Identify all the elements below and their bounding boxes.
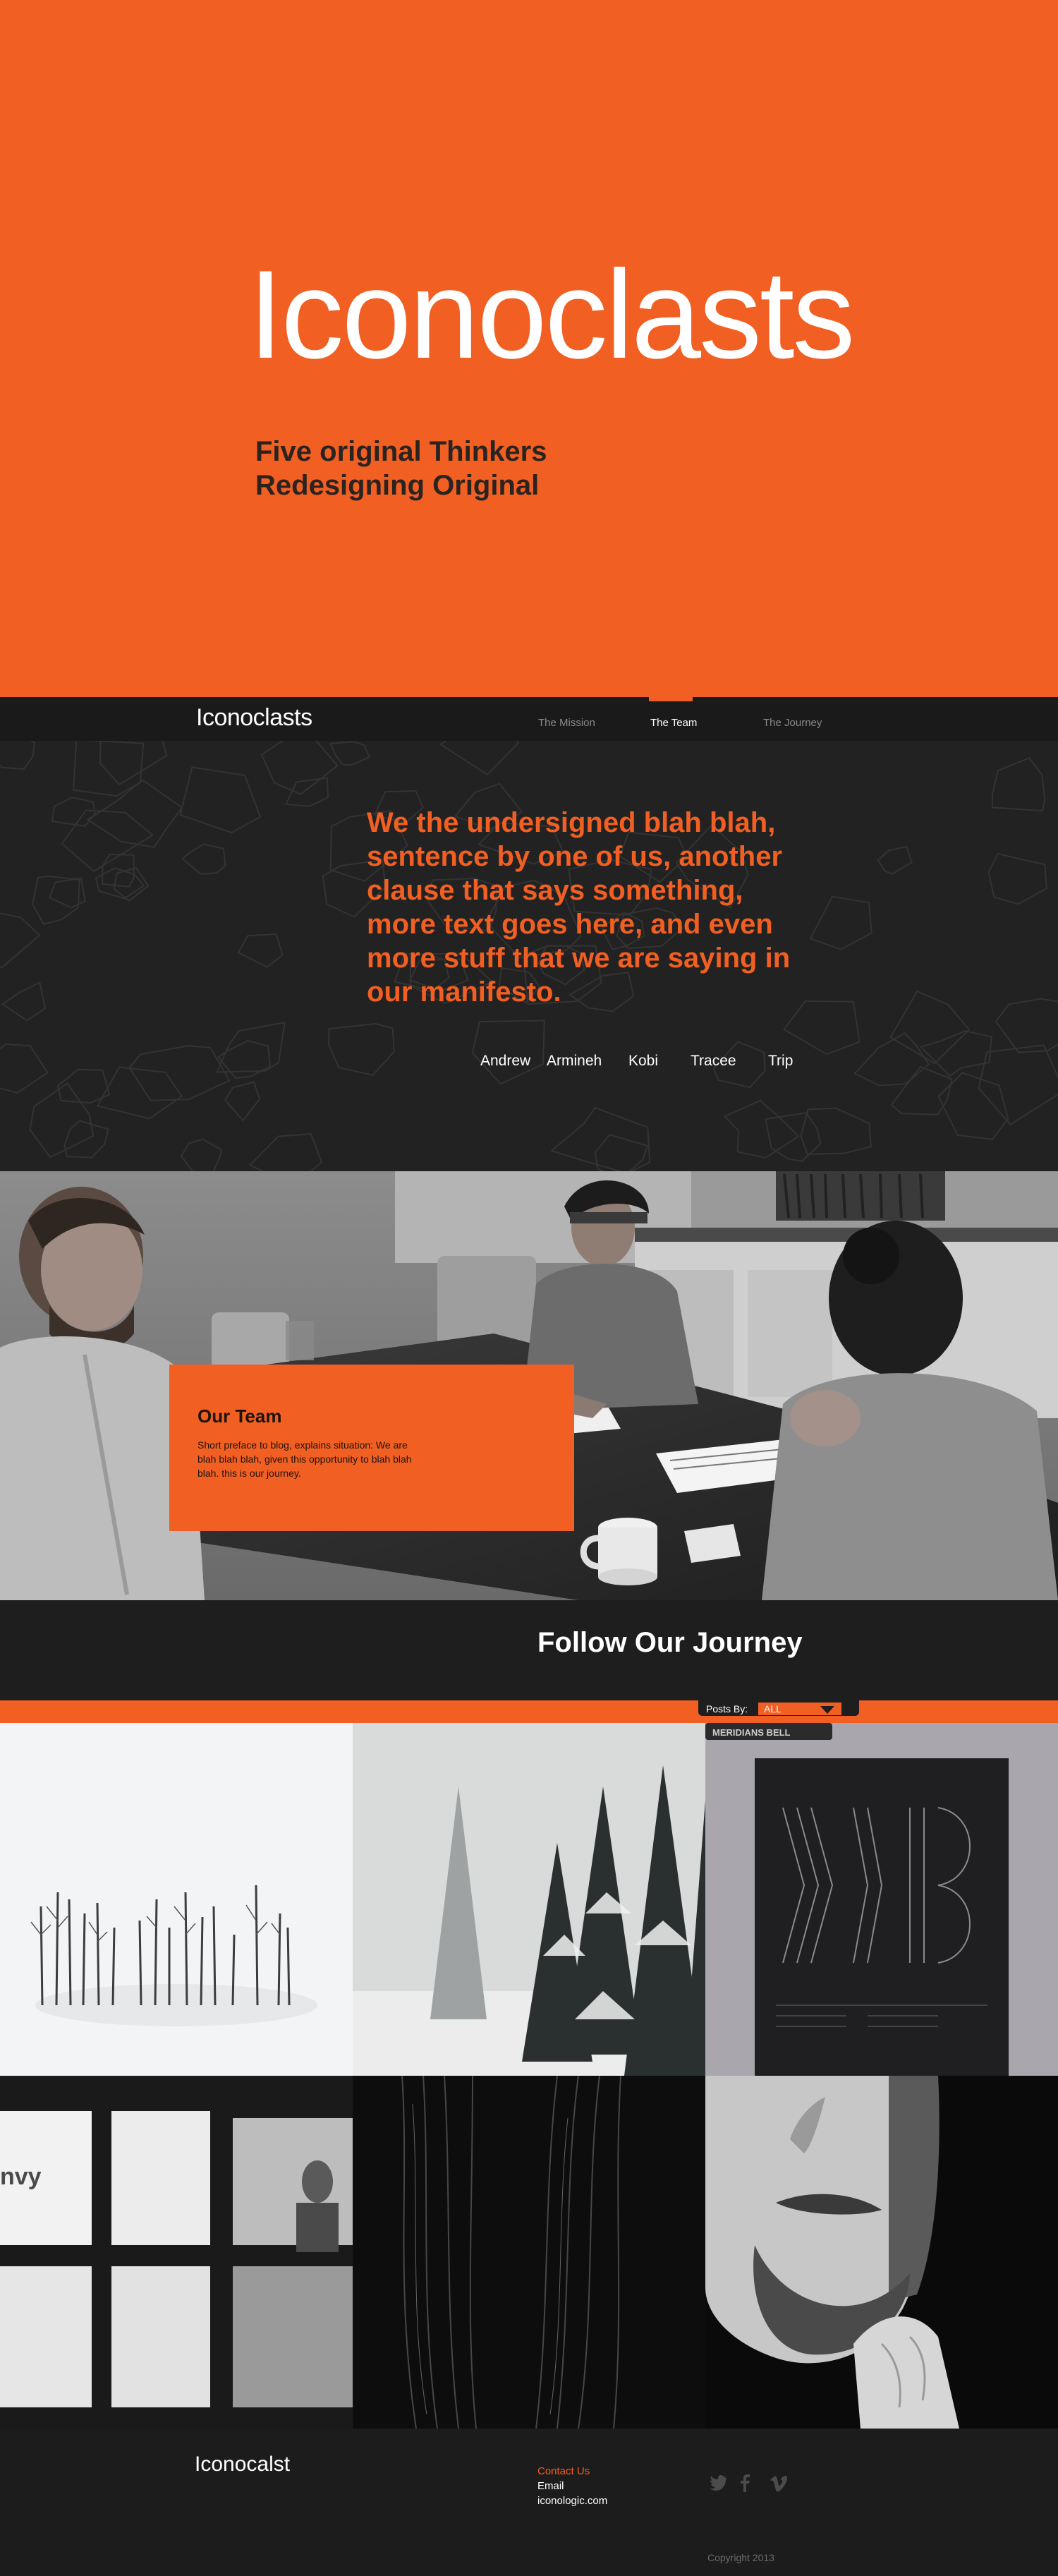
poster-tile[interactable]: MERIDIANS BELL xyxy=(705,1723,1058,2076)
team-member-andrew[interactable]: Andrew xyxy=(480,1053,530,1070)
hero-section: Iconoclasts Five original Thinkers Redes… xyxy=(0,0,1058,697)
dropdown-value: ALL xyxy=(764,1703,782,1715)
twitter-icon[interactable] xyxy=(708,2474,728,2492)
hero-subtitle-line1: Five original Thinkers xyxy=(255,436,547,467)
team-member-trip[interactable]: Trip xyxy=(768,1053,793,1070)
chevron-down-icon[interactable] xyxy=(820,1706,834,1714)
contact-us-link[interactable]: Contact Us xyxy=(537,2465,590,2477)
crystal-shape xyxy=(890,1065,953,1115)
footer-logo[interactable]: Iconocalst xyxy=(195,2453,290,2477)
foggy-forest-tile[interactable] xyxy=(353,1723,705,2076)
nav-item-mission[interactable]: The Mission xyxy=(538,717,595,729)
poster-image: MERIDIANS BELL xyxy=(705,1723,1058,2076)
crystal-shape xyxy=(550,1106,651,1171)
hair-image xyxy=(353,2076,705,2429)
facebook-icon[interactable] xyxy=(738,2474,752,2492)
crystal-shape xyxy=(782,1000,861,1056)
crystal-shape xyxy=(987,852,1047,905)
crystal-shape xyxy=(86,779,183,848)
crystal-shape xyxy=(1,981,47,1022)
team-card: Our Team Short preface to blog, explains… xyxy=(169,1365,574,1531)
snowy-trees-image xyxy=(0,1723,353,2076)
footer: Iconocalst Contact Us Email iconologic.c… xyxy=(0,2429,1058,2576)
site-link[interactable]: iconologic.com xyxy=(537,2495,607,2507)
foggy-forest-image xyxy=(353,1723,705,2076)
crystal-shape xyxy=(248,1133,323,1171)
crystal-shape xyxy=(809,895,872,950)
crystal-shape xyxy=(439,741,518,776)
nav-active-indicator xyxy=(649,697,693,701)
window-tile[interactable]: nvy xyxy=(0,2076,353,2429)
crystal-shape xyxy=(877,845,913,875)
crystal-shape xyxy=(61,809,154,872)
filter-bar: Posts By: ALL xyxy=(0,1700,1058,1723)
hero-title: Iconoclasts xyxy=(248,244,855,385)
crystal-shape xyxy=(937,1072,1009,1140)
crystal-shape xyxy=(284,777,329,807)
team-name-list: Andrew Armineh Kobi Tracee Trip xyxy=(0,1053,1058,1074)
crystal-shape xyxy=(260,741,339,795)
crystal-shape xyxy=(181,843,226,875)
portrait-tile[interactable] xyxy=(705,2076,1058,2429)
crystal-shape xyxy=(329,741,371,766)
nav-item-journey[interactable]: The Journey xyxy=(763,717,822,729)
crystal-shape xyxy=(56,1068,111,1104)
crystal-shape xyxy=(995,998,1058,1053)
crystal-shape xyxy=(237,933,284,968)
snowy-trees-tile[interactable] xyxy=(0,1723,353,2076)
filter-label: Posts By: xyxy=(706,1703,748,1715)
crystal-shape xyxy=(180,1138,222,1171)
email-link[interactable]: Email xyxy=(537,2480,564,2492)
nav-item-team[interactable]: The Team xyxy=(650,717,697,729)
crystal-shape xyxy=(99,741,168,786)
team-photo-section: Our Team Short preface to blog, explains… xyxy=(0,1171,1058,1600)
crystal-shape xyxy=(179,766,262,834)
crystal-shape xyxy=(723,1099,800,1159)
crystal-shape xyxy=(0,912,41,969)
team-card-title: Our Team xyxy=(197,1405,282,1427)
portrait-image xyxy=(705,2076,1058,2429)
team-member-tracee[interactable]: Tracee xyxy=(691,1053,736,1070)
crystal-shape xyxy=(51,796,96,827)
manifesto-text: We the undersigned blah blah, sentence b… xyxy=(367,807,791,1008)
vimeo-icon[interactable] xyxy=(769,2474,789,2492)
manifesto-section: We the undersigned blah blah, sentence b… xyxy=(0,741,1058,1171)
crystal-shape xyxy=(29,1082,95,1159)
crystal-shape xyxy=(224,1081,261,1122)
team-member-armineh[interactable]: Armineh xyxy=(547,1053,602,1070)
nav-logo[interactable]: Iconoclasts xyxy=(196,704,312,732)
team-card-description: Short preface to blog, explains situatio… xyxy=(197,1439,412,1479)
top-nav: Iconoclasts The Mission The Team The Jou… xyxy=(0,697,1058,741)
crystal-shape xyxy=(991,757,1046,812)
journey-title: Follow Our Journey xyxy=(537,1627,803,1658)
team-member-kobi[interactable]: Kobi xyxy=(628,1053,658,1070)
hero-subtitle-line2: Redesigning Original xyxy=(255,470,540,501)
hair-tile[interactable] xyxy=(353,2076,705,2429)
journey-header: Follow Our Journey xyxy=(0,1600,1058,1700)
hero-subtitle: Five original Thinkers Redesigning Origi… xyxy=(255,435,547,502)
window-image: nvy xyxy=(0,2076,353,2429)
crystal-shape xyxy=(0,741,35,770)
window-text: nvy xyxy=(0,2163,42,2190)
crystal-shape xyxy=(800,1107,872,1155)
copyright: Copyright 2013 xyxy=(707,2552,774,2563)
crystal-shape xyxy=(96,1066,183,1120)
poster-header-text: MERIDIANS BELL xyxy=(712,1727,791,1738)
